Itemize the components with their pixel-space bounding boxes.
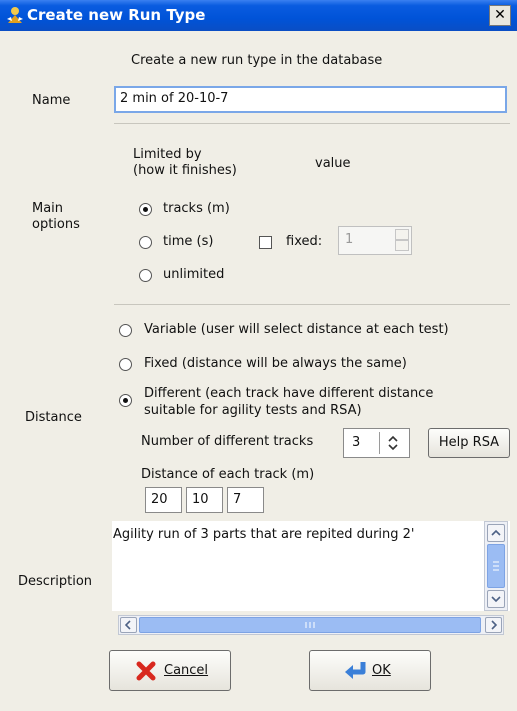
distance-label: Distance (25, 410, 82, 425)
ok-button[interactable]: OK (309, 650, 431, 691)
num-tracks-label: Number of different tracks (141, 434, 314, 449)
fixed-checkbox[interactable] (259, 236, 272, 249)
radio-time[interactable] (139, 236, 152, 249)
divider-top (114, 123, 510, 124)
horizontal-scrollbar[interactable] (118, 615, 504, 635)
cancel-x-icon (136, 661, 156, 681)
cancel-button[interactable]: Cancel (109, 650, 231, 691)
track-3-value: 7 (233, 492, 242, 507)
app-icon (7, 7, 23, 23)
description-label: Description (18, 574, 93, 589)
spin-up-icon[interactable] (395, 229, 409, 240)
radio-different-label: Different (each track have different dis… (144, 386, 434, 418)
radio-variable-label: Variable (user will select distance at e… (144, 322, 449, 337)
spinner-separator (379, 432, 380, 454)
fixed-value: 1 (345, 232, 354, 247)
description-textarea[interactable]: Agility run of 3 parts that are repited … (112, 521, 510, 611)
scroll-up-icon[interactable] (487, 524, 505, 542)
vertical-scrollbar[interactable] (484, 521, 508, 611)
track-2-input[interactable]: 10 (186, 487, 223, 513)
divider-middle (114, 304, 510, 305)
value-label: value (315, 156, 351, 171)
radio-fixed-label: Fixed (distance will be always the same) (144, 356, 407, 371)
window-title: Create new Run Type (27, 6, 206, 24)
radio-time-label: time (s) (163, 234, 214, 249)
track-2-value: 10 (192, 492, 209, 507)
name-input[interactable]: 2 min of 20-10-7 (114, 86, 507, 113)
title-bar[interactable]: Create new Run Type ✕ (0, 0, 517, 31)
track-3-input[interactable]: 7 (227, 487, 264, 513)
spinner-arrows-icon[interactable] (386, 435, 400, 451)
main-options-label: Main options (32, 201, 80, 232)
horizontal-scroll-thumb[interactable] (139, 617, 481, 633)
radio-variable[interactable] (119, 324, 132, 337)
each-track-label: Distance of each track (m) (141, 467, 315, 482)
fixed-label: fixed: (286, 234, 323, 249)
radio-unlimited-label: unlimited (163, 267, 225, 282)
ok-label: OK (372, 663, 391, 678)
vertical-scroll-thumb[interactable] (487, 544, 505, 588)
scroll-down-icon[interactable] (487, 590, 505, 608)
num-tracks-spinner[interactable]: 3 (343, 428, 410, 458)
scroll-left-icon[interactable] (120, 617, 137, 633)
name-input-value: 2 min of 20-10-7 (120, 91, 229, 106)
ok-arrow-icon (345, 662, 366, 679)
name-label: Name (32, 93, 71, 108)
scroll-right-icon[interactable] (485, 617, 502, 633)
cancel-label: Cancel (164, 663, 209, 678)
help-rsa-button[interactable]: Help RSA (428, 428, 510, 458)
track-1-input[interactable]: 20 (145, 487, 182, 513)
dialog-description: Create a new run type in the database (131, 53, 383, 68)
description-text: Agility run of 3 parts that are repited … (113, 527, 415, 542)
limited-by-label: Limited by (how it finishes) (133, 147, 237, 178)
radio-unlimited[interactable] (139, 269, 152, 282)
radio-fixed[interactable] (119, 358, 132, 371)
track-1-value: 20 (151, 492, 168, 507)
radio-different[interactable] (119, 394, 132, 407)
radio-tracks[interactable] (139, 203, 152, 216)
num-tracks-value: 3 (352, 435, 361, 450)
create-run-type-dialog: Create new Run Type ✕ Create a new run t… (0, 0, 517, 711)
fixed-value-spinner[interactable]: 1 (338, 226, 412, 255)
close-icon[interactable]: ✕ (489, 5, 511, 26)
spin-down-icon[interactable] (395, 240, 409, 251)
radio-tracks-label: tracks (m) (163, 201, 230, 216)
